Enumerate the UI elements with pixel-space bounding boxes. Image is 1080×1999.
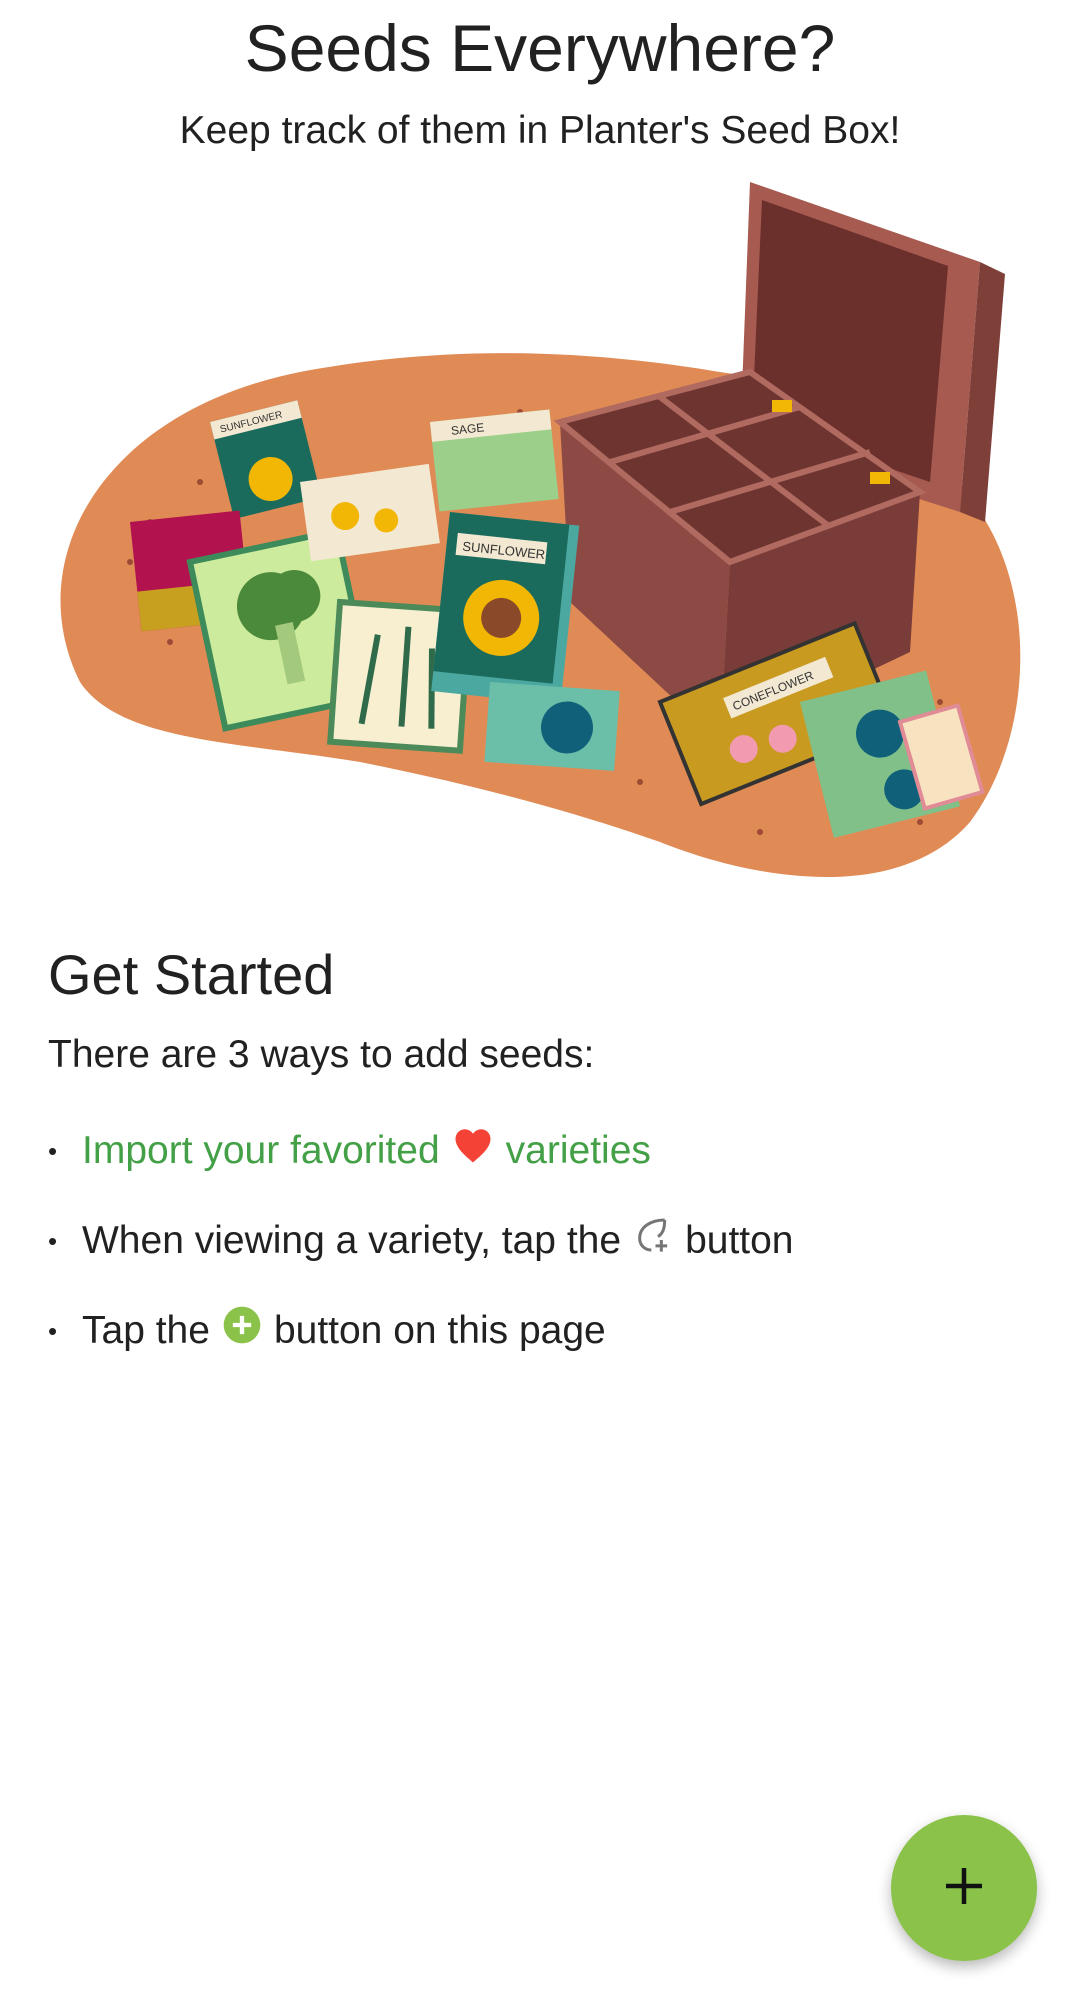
way-view-variety: • When viewing a variety, tap the button	[48, 1196, 1028, 1286]
bullet: •	[48, 1136, 58, 1166]
page-subtitle: Keep track of them in Planter's Seed Box…	[179, 109, 901, 152]
ways-list: • Import your favorited varieties • When…	[48, 1106, 1028, 1376]
way-3-text-before: Tap the	[82, 1309, 210, 1352]
way-tap-plus: • Tap the button on this page	[48, 1286, 1028, 1376]
import-favorites-link[interactable]: Import your favorited varieties	[82, 1125, 651, 1178]
plus-icon	[942, 1864, 986, 1913]
seed-box-illustration: SUNFLOWER SAGE SUNFLOWER CONEFLOWER	[60, 182, 1021, 877]
way-1-text-before: Import your favorited	[82, 1129, 440, 1172]
way-1-text-after: varieties	[505, 1129, 651, 1172]
add-seed-fab[interactable]	[891, 1815, 1037, 1961]
bullet: •	[48, 1316, 58, 1346]
get-started-title: Get Started	[48, 943, 335, 1006]
add-seed-leaf-icon	[633, 1215, 673, 1268]
way-import-favorites[interactable]: • Import your favorited varieties	[48, 1106, 1028, 1196]
way-2-text-after: button	[685, 1219, 794, 1262]
heart-icon	[452, 1125, 494, 1178]
get-started-intro: There are 3 ways to add seeds:	[48, 1033, 595, 1076]
page-title: Seeds Everywhere?	[244, 11, 836, 85]
way-3-text-after: button on this page	[273, 1309, 606, 1352]
add-circle-icon	[222, 1305, 262, 1358]
bullet: •	[48, 1226, 58, 1256]
way-2-text-before: When viewing a variety, tap the	[82, 1219, 622, 1262]
